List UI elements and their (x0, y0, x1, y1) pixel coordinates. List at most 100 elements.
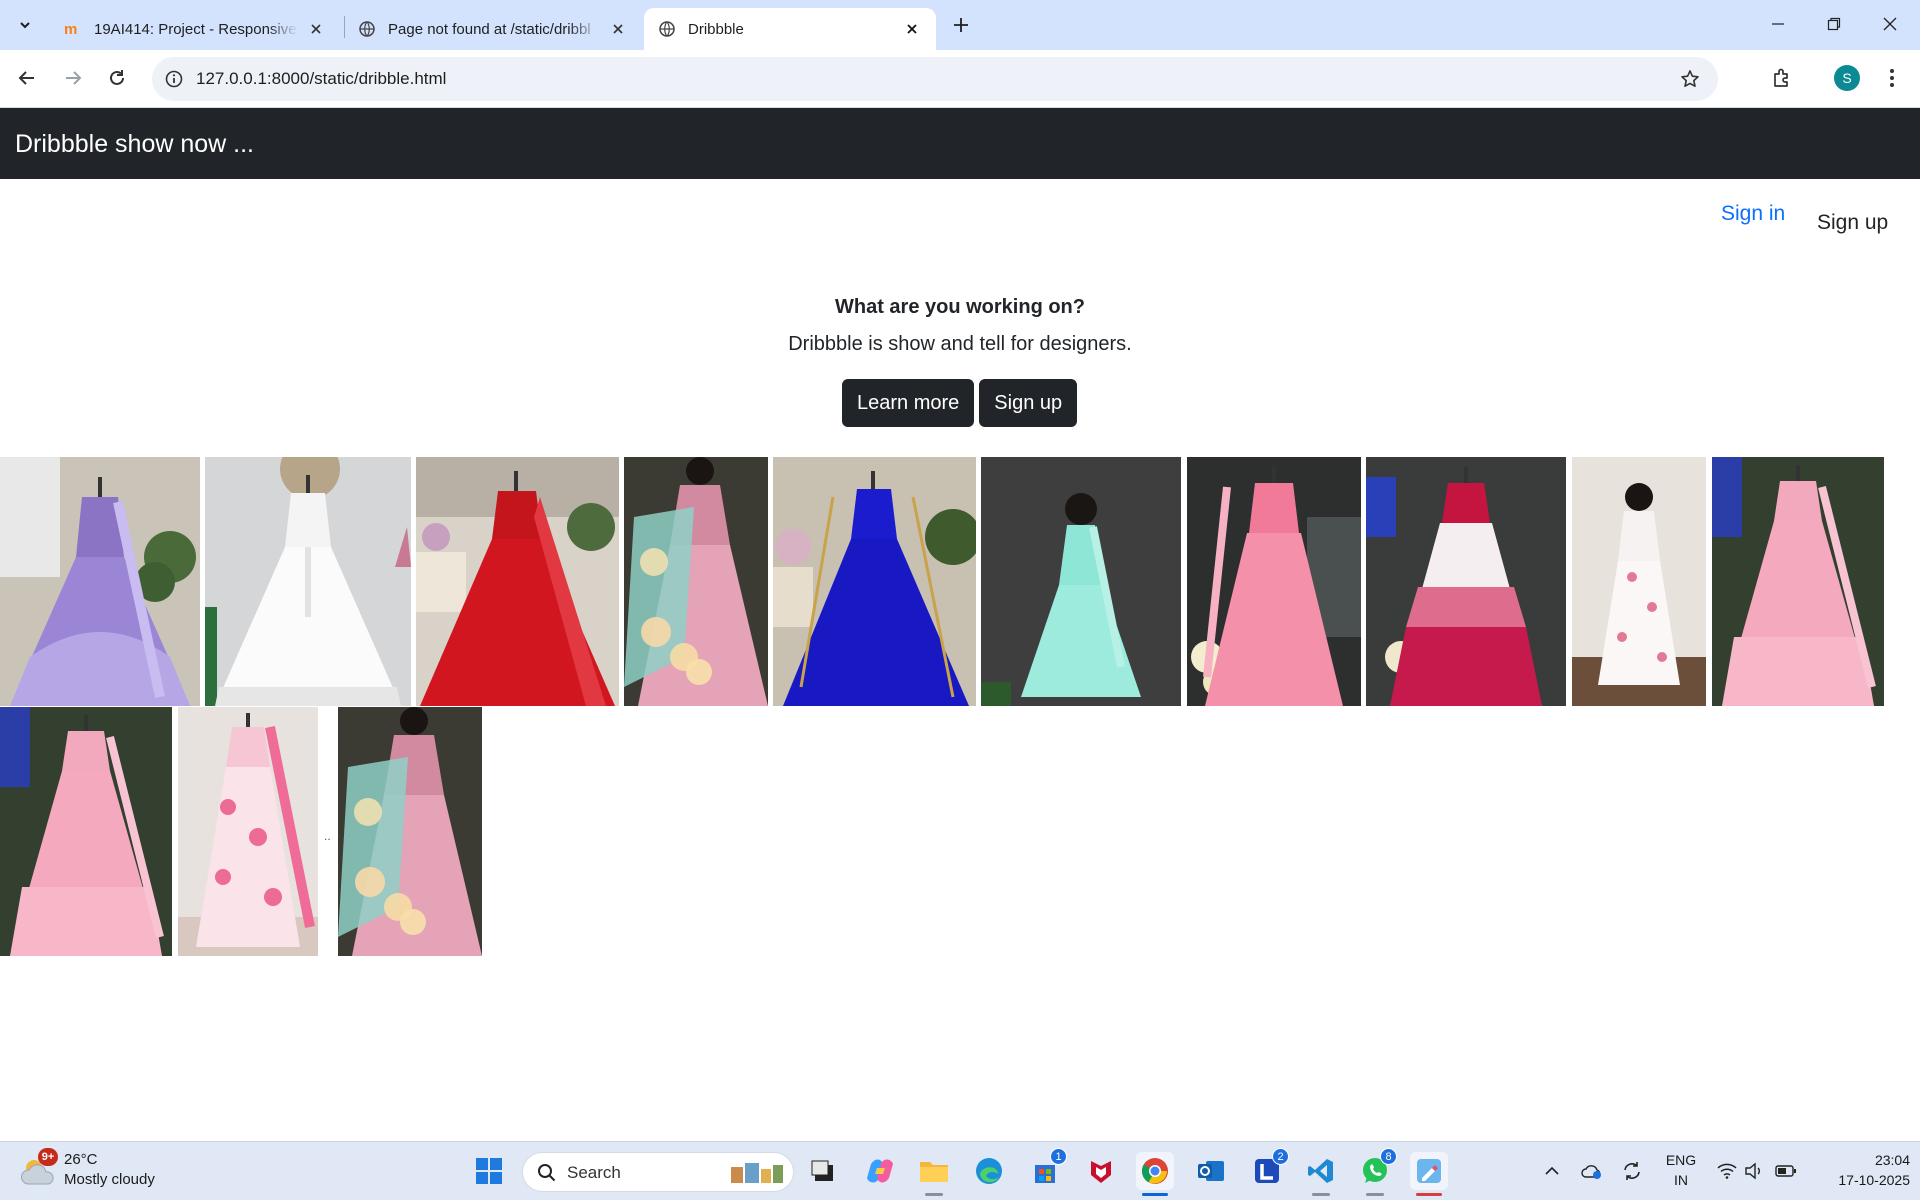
edge-icon (976, 1158, 1002, 1184)
reload-button[interactable] (99, 60, 135, 96)
reload-icon (110, 70, 124, 85)
clock-date[interactable]: 17-10-2025 (1810, 1172, 1910, 1188)
sync-icon[interactable] (1621, 1160, 1643, 1182)
gallery-image[interactable] (178, 707, 318, 956)
tab-dribbble[interactable]: Dribbble (644, 8, 936, 50)
search-icon (538, 1164, 556, 1182)
separator-text: .. (324, 829, 331, 843)
address-bar[interactable]: 127.0.0.1:8000/static/dribble.html (152, 57, 1718, 101)
battery-icon[interactable] (1775, 1160, 1797, 1182)
whatsapp-button[interactable]: 8 (1356, 1148, 1397, 1196)
close-icon (1883, 17, 1897, 31)
close-icon[interactable] (306, 19, 326, 39)
gallery-image[interactable] (0, 707, 172, 956)
hero-buttons: Learn more Sign up (842, 379, 1078, 427)
wifi-icon[interactable] (1716, 1160, 1738, 1182)
sign-up-button[interactable]: Sign up (979, 379, 1078, 427)
chrome-button[interactable] (1136, 1152, 1174, 1196)
gallery-image[interactable] (1712, 457, 1884, 706)
file-explorer-button[interactable] (915, 1152, 953, 1196)
chevron-down-icon (20, 22, 30, 29)
gallery-image[interactable] (1187, 457, 1361, 706)
minimize-button[interactable] (1750, 0, 1806, 48)
tab-page-not-found[interactable]: Page not found at /static/dribbl (344, 8, 642, 50)
mcafee-button[interactable] (1082, 1152, 1120, 1190)
sign-in-link[interactable]: Sign in (1721, 202, 1785, 226)
menu-kebab-icon[interactable] (1880, 62, 1904, 94)
gallery-image[interactable] (205, 457, 411, 706)
l-app-button[interactable]: 2 (1248, 1148, 1289, 1190)
gallery-image[interactable] (1572, 457, 1706, 706)
vscode-button[interactable] (1302, 1152, 1340, 1196)
task-view-button[interactable] (804, 1152, 842, 1190)
gallery-image[interactable] (338, 707, 482, 956)
close-icon[interactable] (902, 19, 922, 39)
running-indicator (1142, 1193, 1168, 1196)
running-indicator (1366, 1193, 1384, 1196)
outlook-icon (1198, 1161, 1224, 1181)
site-brand[interactable]: Dribbble show now ... (15, 130, 254, 159)
extensions-icon[interactable] (1766, 62, 1798, 94)
running-indicator (925, 1193, 943, 1196)
language-bottom[interactable]: IN (1664, 1172, 1698, 1188)
new-tab-button[interactable] (946, 11, 976, 39)
gallery-image[interactable] (981, 457, 1181, 706)
gallery-image[interactable] (624, 457, 768, 706)
chrome-icon (1141, 1158, 1168, 1184)
gallery-image[interactable] (773, 457, 976, 706)
site-navbar: Dribbble show now ... (0, 108, 1920, 179)
outlook-button[interactable] (1192, 1152, 1230, 1190)
sign-up-link[interactable]: Sign up (1817, 211, 1888, 235)
mcafee-icon (1091, 1161, 1111, 1183)
hero-title: What are you working on? (834, 296, 1085, 318)
taskbar-search[interactable]: Search (522, 1152, 794, 1192)
edge-button[interactable] (970, 1152, 1008, 1190)
copilot-icon (867, 1159, 893, 1183)
task-view-icon (811, 1160, 833, 1181)
language-top[interactable]: ENG (1664, 1152, 1698, 1168)
notification-badge: 2 (1272, 1148, 1289, 1165)
globe-icon (358, 20, 376, 38)
volume-icon[interactable] (1743, 1160, 1765, 1182)
close-window-button[interactable] (1862, 0, 1918, 48)
gallery-image[interactable] (0, 457, 200, 706)
search-label: Search (567, 1163, 621, 1182)
profile-avatar[interactable]: S (1834, 65, 1860, 91)
bookmark-star-icon[interactable] (1678, 67, 1702, 91)
minimize-icon (1772, 23, 1784, 25)
url-text[interactable]: 127.0.0.1:8000/static/dribble.html (196, 69, 446, 89)
copilot-button[interactable] (861, 1152, 899, 1190)
svg-text:m: m (64, 21, 77, 38)
weather-badge: 9+ (38, 1148, 58, 1166)
page-viewport: Dribbble show now ... Sign in Sign up Wh… (0, 108, 1920, 1141)
paint-button[interactable] (1410, 1152, 1448, 1196)
tab-strip: m 19AI414: Project - Responsive W Page n… (0, 0, 1920, 50)
gallery-image[interactable] (1366, 457, 1566, 706)
forward-button[interactable] (55, 60, 91, 96)
learn-more-button[interactable]: Learn more (842, 379, 975, 427)
tab-title: 19AI414: Project - Responsive W (94, 20, 298, 38)
weather-condition: Mostly cloudy (64, 1171, 155, 1188)
search-highlight-icon (731, 1163, 783, 1183)
tab-search-button[interactable] (12, 12, 38, 38)
windows-taskbar: 9+ 26°C Mostly cloudy Search 1 2 8 ENG I… (0, 1141, 1920, 1200)
onedrive-icon[interactable] (1581, 1160, 1603, 1182)
clock-time[interactable]: 23:04 (1810, 1152, 1910, 1168)
gallery-image[interactable] (416, 457, 619, 706)
folder-icon (920, 1162, 948, 1182)
chevron-up-icon[interactable] (1541, 1160, 1563, 1182)
restore-button[interactable] (1806, 0, 1862, 48)
vscode-icon (1308, 1159, 1333, 1183)
globe-icon (658, 20, 676, 38)
plus-icon (954, 18, 968, 32)
tab-title: Page not found at /static/dribbl (388, 20, 591, 38)
tab-project[interactable]: m 19AI414: Project - Responsive W (50, 8, 340, 50)
browser-toolbar: 127.0.0.1:8000/static/dribble.html S (0, 50, 1920, 108)
start-button[interactable] (470, 1152, 508, 1190)
site-info-icon[interactable] (162, 67, 186, 91)
tab-title: Dribbble (688, 20, 744, 38)
restore-icon (1827, 17, 1841, 31)
back-button[interactable] (9, 60, 45, 96)
close-icon[interactable] (608, 19, 628, 39)
store-button[interactable]: 1 (1026, 1148, 1067, 1190)
